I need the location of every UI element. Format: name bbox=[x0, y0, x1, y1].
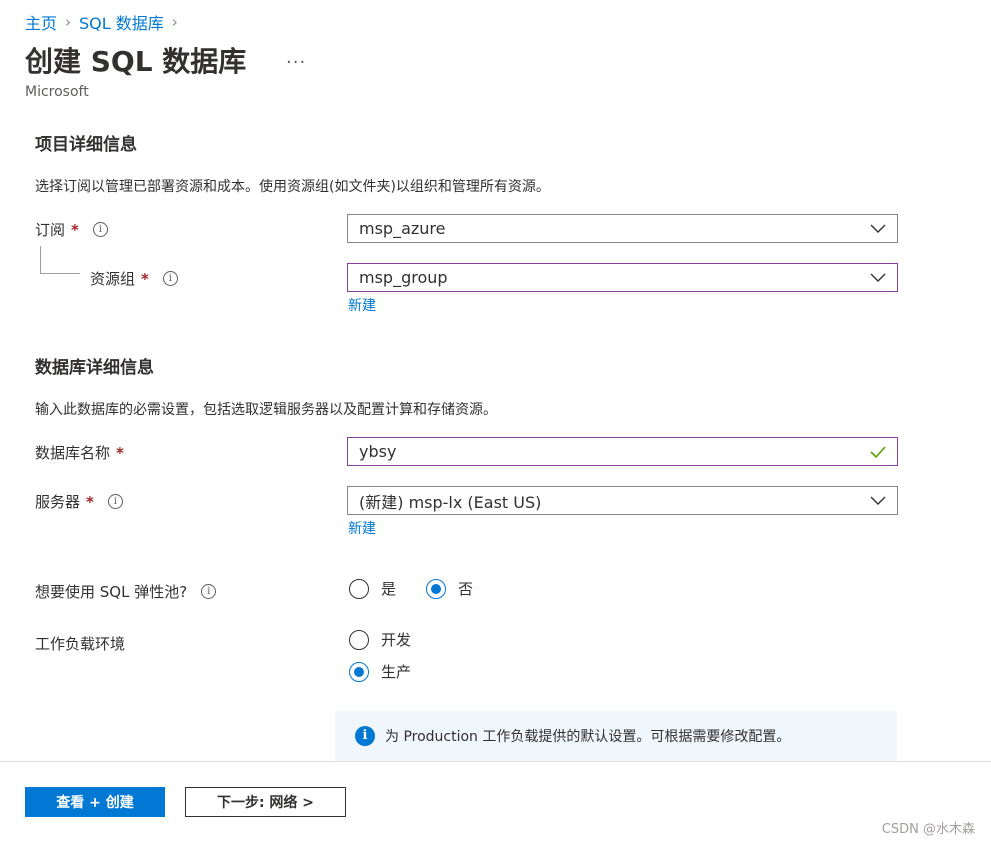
server-dropdown[interactable]: (新建) msp-lx (East US) bbox=[347, 486, 898, 515]
elastic-pool-label: 想要使用 SQL 弹性池? i bbox=[35, 581, 217, 602]
database-name-label: 数据库名称 * bbox=[35, 443, 124, 463]
chevron-down-icon bbox=[870, 273, 886, 282]
elastic-pool-radio-group: 是 否 bbox=[349, 578, 473, 599]
elastic-pool-no-label: 否 bbox=[458, 580, 474, 598]
info-banner-text: 为 Production 工作负载提供的默认设置。可根据需要修改配置。 bbox=[385, 729, 791, 745]
breadcrumb-separator: › bbox=[65, 13, 72, 31]
breadcrumb: 主页 › SQL 数据库 › bbox=[25, 10, 178, 34]
info-banner: i 为 Production 工作负载提供的默认设置。可根据需要修改配置。 bbox=[335, 711, 897, 761]
chevron-down-icon bbox=[870, 224, 886, 233]
breadcrumb-sql-db-link[interactable]: SQL 数据库 bbox=[79, 10, 164, 34]
tree-connector bbox=[40, 273, 80, 274]
elastic-pool-yes-label: 是 bbox=[381, 580, 397, 598]
publisher-label: Microsoft bbox=[25, 84, 89, 100]
elastic-pool-yes-radio[interactable] bbox=[349, 578, 369, 599]
workload-dev-label: 开发 bbox=[381, 631, 412, 649]
info-icon[interactable]: i bbox=[162, 271, 178, 286]
workload-prod-option: 生产 bbox=[349, 661, 411, 682]
elastic-pool-no-radio[interactable] bbox=[426, 578, 447, 599]
check-icon bbox=[870, 445, 886, 458]
info-icon[interactable]: i bbox=[92, 222, 108, 237]
create-resource-group-link[interactable]: 新建 bbox=[348, 295, 376, 315]
tree-connector bbox=[40, 246, 41, 274]
breadcrumb-separator: › bbox=[171, 13, 178, 31]
required-marker: * bbox=[116, 443, 124, 462]
info-icon[interactable]: i bbox=[201, 584, 217, 599]
next-networking-button[interactable]: 下一步: 网络 > bbox=[185, 787, 346, 817]
resource-group-dropdown[interactable]: msp_group bbox=[347, 263, 898, 292]
chevron-down-icon bbox=[870, 496, 886, 505]
breadcrumb-home-link[interactable]: 主页 bbox=[25, 10, 57, 34]
required-marker: * bbox=[86, 492, 94, 511]
required-marker: * bbox=[141, 269, 149, 288]
create-server-link[interactable]: 新建 bbox=[348, 518, 376, 538]
workload-dev-option: 开发 bbox=[349, 629, 411, 650]
subscription-label: 订阅 * i bbox=[35, 219, 108, 240]
workload-prod-radio[interactable] bbox=[349, 661, 369, 682]
required-marker: * bbox=[71, 220, 79, 239]
page-title: 创建 SQL 数据库 bbox=[25, 45, 247, 78]
workload-dev-radio[interactable] bbox=[349, 629, 369, 650]
workload-environment-label: 工作负载环境 bbox=[35, 635, 126, 653]
footer-divider bbox=[0, 761, 991, 762]
info-icon: i bbox=[355, 726, 375, 746]
review-create-button[interactable]: 查看 + 创建 bbox=[25, 787, 165, 817]
workload-prod-label: 生产 bbox=[381, 663, 412, 681]
database-details-heading: 数据库详细信息 bbox=[35, 358, 154, 378]
project-details-heading: 项目详细信息 bbox=[35, 135, 137, 155]
subscription-dropdown[interactable]: msp_azure bbox=[347, 214, 898, 243]
project-details-description: 选择订阅以管理已部署资源和成本。使用资源组(如文件夹)以组织和管理所有资源。 bbox=[35, 179, 550, 195]
more-options-button[interactable]: ··· bbox=[286, 52, 306, 73]
database-details-description: 输入此数据库的必需设置，包括选取逻辑服务器以及配置计算和存储资源。 bbox=[35, 402, 497, 418]
info-icon[interactable]: i bbox=[107, 494, 123, 509]
database-name-input[interactable]: ybsy bbox=[347, 437, 898, 466]
resource-group-label: 资源组 * i bbox=[90, 268, 178, 289]
server-label: 服务器 * i bbox=[35, 491, 123, 512]
watermark: CSDN @水木森 bbox=[881, 822, 975, 837]
